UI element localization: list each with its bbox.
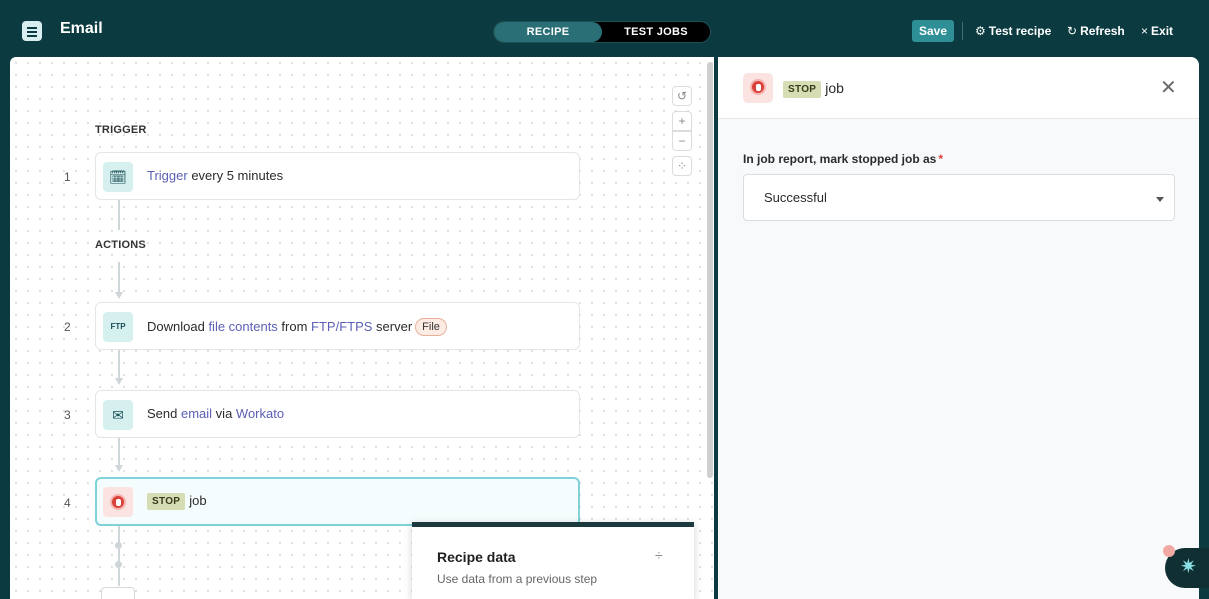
header-divider bbox=[962, 22, 963, 40]
step-description: Download file contents from FTP/FTPS ser… bbox=[147, 318, 447, 336]
add-step-button[interactable] bbox=[101, 587, 135, 599]
test-recipe-label: Test recipe bbox=[988, 24, 1052, 38]
step-stop-job[interactable]: STOP job bbox=[95, 477, 580, 526]
step-text: server bbox=[372, 319, 413, 334]
refresh-label: Refresh bbox=[1080, 24, 1125, 38]
connector-line bbox=[118, 350, 120, 378]
panel-header: STOP job ✕ bbox=[718, 57, 1199, 119]
file-contents-link[interactable]: file contents bbox=[208, 319, 277, 334]
exit-label: Exit bbox=[1151, 24, 1174, 38]
test-recipe-button[interactable]: ⚙ Test recipe bbox=[975, 24, 1051, 38]
step-description: Send email via Workato bbox=[147, 406, 284, 421]
actions-section-label: ACTIONS bbox=[95, 239, 146, 251]
step-number: 1 bbox=[64, 170, 71, 184]
stopped-job-field-label: In job report, mark stopped job as * bbox=[743, 152, 943, 166]
expand-collapse-icon[interactable]: ÷ bbox=[655, 547, 663, 563]
document-icon bbox=[22, 21, 42, 41]
ftp-icon: FTP bbox=[103, 312, 133, 342]
assistant-icon: ✷ bbox=[1180, 556, 1197, 578]
stop-hand-icon bbox=[743, 73, 773, 103]
close-icon[interactable]: ✕ bbox=[1160, 75, 1177, 100]
refresh-button[interactable]: ↻ Refresh bbox=[1067, 24, 1125, 38]
trigger-link[interactable]: Trigger bbox=[147, 168, 188, 183]
email-link[interactable]: email bbox=[181, 406, 212, 421]
step-text: from bbox=[277, 319, 312, 334]
step-text: job bbox=[189, 493, 207, 508]
save-button[interactable]: Save bbox=[912, 20, 954, 42]
close-icon: × bbox=[1141, 24, 1149, 38]
refresh-icon: ↻ bbox=[1067, 24, 1078, 38]
recipe-data-panel[interactable]: Recipe data Use data from a previous ste… bbox=[412, 522, 694, 599]
step-description: Trigger every 5 minutes bbox=[147, 168, 283, 183]
arrow-down-icon bbox=[115, 378, 123, 385]
recipe-data-subtitle: Use data from a previous step bbox=[437, 572, 598, 586]
fit-view-icon[interactable]: ⁘ bbox=[672, 156, 692, 176]
arrow-down-icon bbox=[115, 292, 123, 299]
job-status-select[interactable]: Successful bbox=[743, 174, 1175, 221]
connector-dot bbox=[115, 542, 122, 549]
stop-hand-icon bbox=[103, 487, 133, 517]
step-number: 3 bbox=[64, 408, 71, 422]
connector-line bbox=[118, 200, 120, 230]
step-download-file[interactable]: FTP Download file contents from FTP/FTPS… bbox=[95, 302, 580, 350]
step-number: 2 bbox=[64, 320, 71, 334]
tab-test-jobs[interactable]: TEST JOBS bbox=[602, 22, 710, 42]
required-mark: * bbox=[938, 152, 944, 166]
step-config-panel: STOP job ✕ In job report, mark stopped jo… bbox=[718, 57, 1199, 599]
calendar-clock-icon: 🗓 bbox=[103, 162, 133, 192]
connector-line bbox=[118, 262, 120, 292]
panel-title-text: job bbox=[825, 80, 844, 96]
stop-badge: STOP bbox=[783, 81, 822, 98]
step-send-email[interactable]: ✉ Send email via Workato bbox=[95, 390, 580, 438]
connector-dot bbox=[115, 561, 122, 568]
tab-recipe[interactable]: RECIPE bbox=[494, 22, 602, 42]
canvas-scrollbar[interactable] bbox=[707, 62, 713, 478]
step-number: 4 bbox=[64, 496, 71, 510]
step-description: STOP job bbox=[147, 493, 207, 510]
app-header: Email RECIPE TEST JOBS Save ⚙ Test recipe… bbox=[0, 0, 1209, 57]
file-pill[interactable]: File bbox=[415, 318, 447, 336]
zoom-out-icon[interactable]: − bbox=[672, 131, 692, 151]
step-text: via bbox=[212, 406, 236, 421]
selected-value: Successful bbox=[764, 190, 827, 205]
notification-dot bbox=[1163, 545, 1175, 557]
view-tabs: RECIPE TEST JOBS bbox=[493, 21, 711, 43]
chevron-down-icon bbox=[1156, 197, 1164, 202]
connector-line bbox=[118, 438, 120, 465]
connector-line bbox=[118, 568, 120, 586]
step-trigger[interactable]: 🗓 Trigger every 5 minutes bbox=[95, 152, 580, 200]
recipe-data-title: Recipe data bbox=[437, 549, 516, 565]
recipe-title: Email bbox=[60, 20, 103, 37]
panel-title: STOP job bbox=[783, 80, 844, 98]
envelope-icon: ✉ bbox=[103, 400, 133, 430]
ftp-app-link[interactable]: FTP/FTPS bbox=[311, 319, 372, 334]
gear-icon: ⚙ bbox=[975, 24, 986, 38]
stop-badge: STOP bbox=[147, 493, 186, 510]
exit-button[interactable]: × Exit bbox=[1141, 24, 1173, 38]
step-text: every 5 minutes bbox=[187, 168, 284, 183]
step-text: Send bbox=[147, 406, 181, 421]
trigger-section-label: TRIGGER bbox=[95, 124, 147, 136]
zoom-in-icon[interactable]: + bbox=[672, 111, 692, 131]
workato-link[interactable]: Workato bbox=[236, 406, 284, 421]
arrow-down-icon bbox=[115, 465, 123, 472]
step-text: Download bbox=[147, 319, 209, 334]
field-label-text: In job report, mark stopped job as bbox=[743, 152, 937, 166]
reset-zoom-icon[interactable]: ↺ bbox=[672, 86, 692, 106]
